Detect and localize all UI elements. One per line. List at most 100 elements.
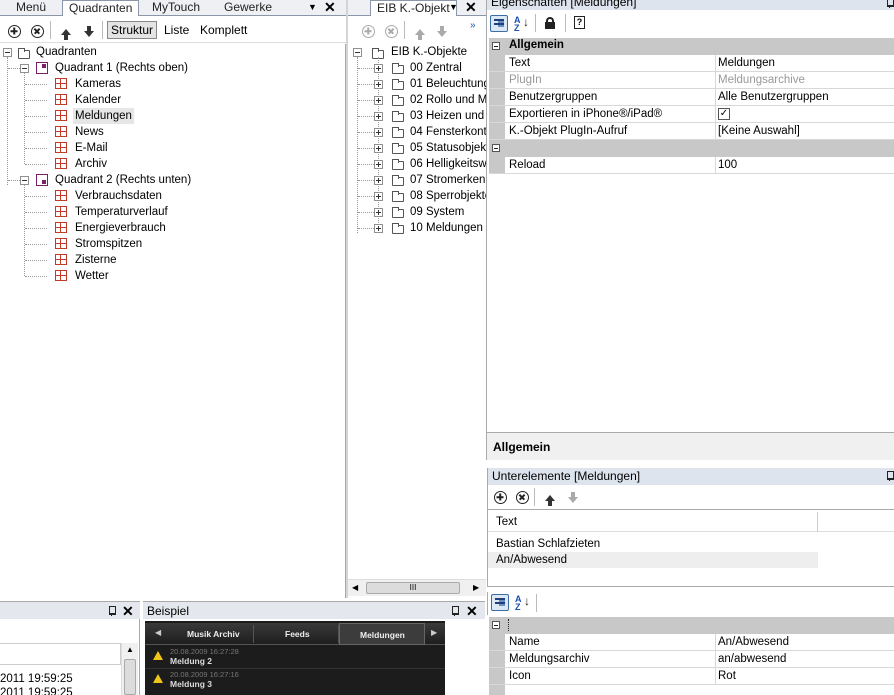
tree-item[interactable]: Wetter <box>0 268 300 284</box>
sub-property-row[interactable]: Icon Rot <box>489 668 894 685</box>
delete-button[interactable] <box>513 488 531 506</box>
eib-tree-item[interactable]: 09 System <box>348 204 486 220</box>
help-button[interactable]: ? <box>574 16 585 29</box>
tree-item[interactable]: Energieverbrauch <box>0 220 300 236</box>
horizontal-scrollbar[interactable]: ◀ III ▶ <box>348 579 486 596</box>
close-icon[interactable]: ✕ <box>466 603 478 620</box>
collapse-icon[interactable] <box>3 48 12 57</box>
property-row-reload[interactable]: Reload 100 <box>489 157 894 174</box>
delete-button[interactable] <box>28 22 46 40</box>
tab-quadranten[interactable]: Quadranten <box>62 0 140 16</box>
scroll-thumb[interactable] <box>124 659 136 695</box>
close-icon[interactable]: ✕ <box>324 0 336 16</box>
chevron-right-icon[interactable]: ▶ <box>431 628 437 637</box>
property-value[interactable]: [Keine Auswahl] <box>718 123 800 139</box>
expand-icon[interactable] <box>374 112 383 121</box>
message-item[interactable]: 20.08.2009 16:27:28 Meldung 2 <box>145 647 445 669</box>
view-liste-button[interactable]: Liste <box>164 22 189 38</box>
property-value[interactable]: Alle Benutzergruppen <box>718 89 829 105</box>
pin-icon[interactable] <box>108 606 116 616</box>
expand-icon[interactable] <box>374 160 383 169</box>
expand-icon[interactable] <box>374 80 383 89</box>
eib-tree-item[interactable]: 03 Heizen und <box>348 108 486 124</box>
move-down-button[interactable] <box>80 21 98 39</box>
expand-icon[interactable] <box>374 128 383 137</box>
expand-icon[interactable] <box>374 96 383 105</box>
vertical-scrollbar[interactable]: ▲ <box>121 643 138 695</box>
example-tab[interactable]: Musik Archiv <box>187 629 240 639</box>
property-row[interactable]: Benutzergruppen Alle Benutzergruppen <box>489 89 894 106</box>
category-collapse-icon[interactable] <box>492 144 500 152</box>
dropdown-arrow-icon[interactable]: ▼ <box>449 2 458 12</box>
eib-tree-item[interactable]: 06 Helligkeitswe <box>348 156 486 172</box>
tree-item[interactable]: Zisterne <box>0 252 300 268</box>
expand-icon[interactable] <box>374 64 383 73</box>
property-row[interactable]: Text Meldungen <box>489 55 894 72</box>
example-tab[interactable]: Feeds <box>285 629 310 639</box>
view-komplett-button[interactable]: Komplett <box>200 22 247 38</box>
eib-tree-item[interactable]: 01 Beleuchtung <box>348 76 486 92</box>
tab-menu[interactable]: Menü <box>10 0 52 15</box>
list-item[interactable]: Bastian Schlafzieten <box>496 538 600 550</box>
tree-item[interactable]: Temperaturverlauf <box>0 204 300 220</box>
tree-item[interactable]: E-Mail <box>0 140 300 156</box>
example-tab-active[interactable]: Meldungen <box>339 623 425 645</box>
tree-item[interactable]: News <box>0 124 300 140</box>
add-button[interactable] <box>491 488 509 506</box>
message-item[interactable]: 20.08.2009 16:27:16 Meldung 3 <box>145 670 445 692</box>
expand-icon[interactable] <box>374 176 383 185</box>
expand-icon[interactable] <box>374 192 383 201</box>
sub-property-row[interactable]: Meldungsarchiv an/abwesend <box>489 651 894 668</box>
property-row[interactable]: Exportieren in iPhone®/iPad® ✓ <box>489 106 894 123</box>
overflow-chevron-icon[interactable]: » <box>470 20 476 31</box>
pin-icon[interactable] <box>886 0 894 8</box>
delete-button[interactable] <box>382 22 400 40</box>
scroll-thumb[interactable]: III <box>366 582 460 594</box>
category-collapse-icon[interactable] <box>492 621 500 629</box>
add-button[interactable] <box>5 22 23 40</box>
eib-tree-item[interactable]: 07 Stromerkenn <box>348 172 486 188</box>
property-row[interactable]: PlugIn Meldungsarchive <box>489 72 894 89</box>
close-icon[interactable]: ✕ <box>122 603 134 620</box>
sub-property-row[interactable]: Name An/Abwesend <box>489 634 894 651</box>
move-up-button[interactable] <box>57 23 75 41</box>
chevron-left-icon[interactable]: ◀ <box>155 628 161 637</box>
pin-icon[interactable] <box>451 606 459 616</box>
eib-tree-item[interactable]: 00 Zentral <box>348 60 486 76</box>
tab-eib-kobjekt[interactable]: EIB K.-Objekt <box>370 0 457 16</box>
property-row[interactable]: K.-Objekt PlugIn-Aufruf [Keine Auswahl] <box>489 123 894 140</box>
collapse-icon[interactable] <box>20 176 29 185</box>
move-up-button[interactable] <box>411 23 429 41</box>
move-down-button[interactable] <box>564 487 582 505</box>
categorized-view-button[interactable] <box>491 594 509 611</box>
tree-root[interactable]: Quadranten <box>36 44 97 60</box>
eib-tree-item[interactable]: 02 Rollo und M <box>348 92 486 108</box>
lock-button[interactable] <box>545 17 555 29</box>
list-item-selected[interactable]: An/Abwesend <box>488 552 818 568</box>
move-up-button[interactable] <box>541 489 559 507</box>
category-header-2[interactable] <box>489 140 894 157</box>
property-value[interactable]: Rot <box>718 668 736 684</box>
expand-icon[interactable] <box>374 208 383 217</box>
dropdown-arrow-icon[interactable]: ▼ <box>308 2 317 12</box>
property-value[interactable]: an/abwesend <box>718 651 786 667</box>
expand-icon[interactable] <box>374 224 383 233</box>
sort-alpha-button[interactable]: A Z ↓ <box>515 595 531 612</box>
scroll-right-icon[interactable]: ▶ <box>473 583 479 592</box>
tab-mytouch[interactable]: MyTouch <box>146 0 206 15</box>
close-icon[interactable]: ✕ <box>465 0 477 16</box>
category-header[interactable]: Allgemein <box>489 38 894 55</box>
tree-item[interactable]: Verbrauchsdaten <box>0 188 300 204</box>
move-down-button[interactable] <box>433 21 451 39</box>
tab-gewerke[interactable]: Gewerke <box>218 0 278 15</box>
category-collapse-icon[interactable] <box>492 42 500 50</box>
tree-item[interactable]: Kameras <box>0 76 300 92</box>
property-value[interactable]: Meldungen <box>718 55 775 71</box>
collapse-icon[interactable] <box>353 48 362 57</box>
eib-tree-item[interactable]: 04 Fensterkonta <box>348 124 486 140</box>
tree-item[interactable]: Stromspitzen <box>0 236 300 252</box>
property-value[interactable]: An/Abwesend <box>718 634 789 650</box>
export-checkbox[interactable]: ✓ <box>718 108 730 120</box>
collapse-icon[interactable] <box>20 64 29 73</box>
expand-icon[interactable] <box>374 144 383 153</box>
